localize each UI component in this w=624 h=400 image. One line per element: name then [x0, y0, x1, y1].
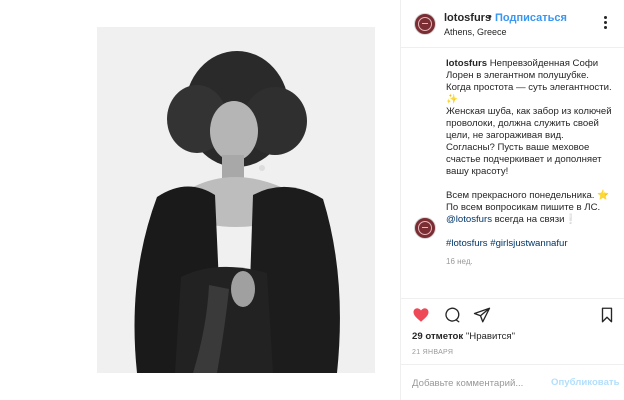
- brand-logo-icon: [418, 17, 432, 31]
- caption-line-2: Женская шуба, как забор из колючей прово…: [446, 106, 612, 177]
- brand-logo-icon: [418, 221, 432, 235]
- share-icon[interactable]: [473, 306, 491, 324]
- likes-number: 29 отметок: [412, 331, 464, 342]
- likes-suffix: "Нравится": [463, 331, 516, 342]
- caption-mention[interactable]: @lotosfurs: [446, 214, 492, 225]
- caption-text: lotosfurs Непревзойденная Софи Лорен в э…: [446, 58, 614, 268]
- post-card: lotosfurs • Подписаться Athens, Greece l…: [0, 0, 624, 400]
- caption-time: 16 нед.: [446, 257, 473, 266]
- caption-username[interactable]: lotosfurs: [446, 58, 487, 69]
- comment-box: Опубликовать: [401, 364, 624, 400]
- star-emoji-icon: ⭐: [597, 190, 610, 201]
- post-media: [0, 0, 400, 400]
- bookmark-icon[interactable]: [598, 306, 616, 324]
- post-date[interactable]: 21 ЯНВАРЯ: [412, 349, 453, 356]
- caption-avatar[interactable]: [414, 217, 436, 239]
- portrait-image: [97, 27, 375, 373]
- caption-contact-suffix: всегда на связи❕: [492, 214, 577, 225]
- publish-button[interactable]: Опубликовать: [551, 377, 620, 388]
- post-photo[interactable]: [97, 27, 375, 373]
- likes-count[interactable]: 29 отметок "Нравится": [412, 331, 515, 342]
- action-bar: [401, 298, 624, 328]
- location-link[interactable]: Athens, Greece: [444, 27, 507, 37]
- follow-button[interactable]: Подписаться: [495, 12, 567, 24]
- caption-hashtags[interactable]: #lotosfurs #girlsjustwannafur: [446, 238, 614, 250]
- caption-monday: Всем прекрасного понедельника.: [446, 190, 595, 201]
- header-separator: •: [488, 11, 492, 23]
- comment-icon[interactable]: [443, 306, 461, 324]
- avatar[interactable]: [414, 13, 436, 35]
- more-options-icon[interactable]: [598, 16, 614, 32]
- caption-contact: По всем вопросикам пишите в ЛС.: [446, 202, 601, 213]
- post-sidebar: lotosfurs • Подписаться Athens, Greece l…: [400, 0, 624, 400]
- comment-input[interactable]: [412, 375, 552, 391]
- post-header: lotosfurs • Подписаться Athens, Greece: [401, 0, 624, 48]
- comments-list: lotosfurs Непревзойденная Софи Лорен в э…: [401, 48, 624, 296]
- header-username[interactable]: lotosfurs: [444, 12, 491, 24]
- heart-icon[interactable]: [412, 306, 430, 324]
